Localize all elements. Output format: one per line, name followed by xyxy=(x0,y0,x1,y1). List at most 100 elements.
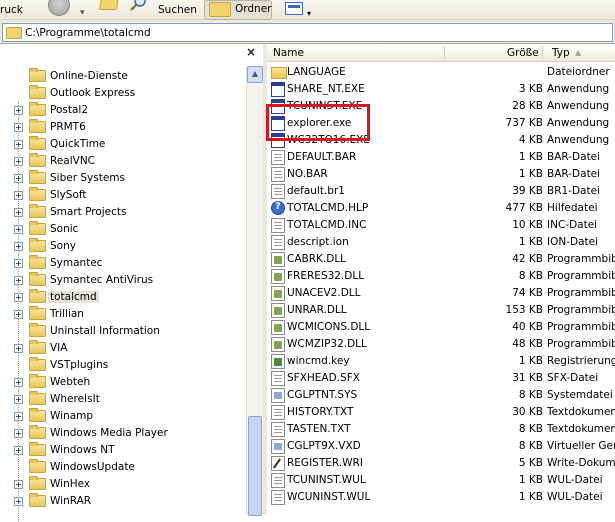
file-row[interactable]: SFXHEAD.SFX 31 KB SFX-Datei xyxy=(267,370,615,387)
folder-file-icon xyxy=(271,67,287,79)
exe-file-icon xyxy=(271,99,285,114)
file-row[interactable]: WCMZIP32.DLL 48 KB Programmbiblio xyxy=(267,336,615,353)
expand-icon[interactable]: + xyxy=(14,429,23,438)
file-row[interactable]: TCUNINST.WUL 1 KB WUL-Datei xyxy=(267,472,615,489)
column-header-name[interactable]: Name xyxy=(273,47,304,59)
file-row[interactable]: wincmd.key 1 KB Registrierungs xyxy=(267,353,615,370)
expand-icon[interactable]: + xyxy=(14,378,23,387)
tree-item[interactable]: + Postal2 xyxy=(0,102,245,119)
tree-item[interactable]: + QuickTime xyxy=(0,136,245,153)
file-size: 39 KB xyxy=(512,185,543,197)
file-row[interactable]: CGLPT9X.VXD 8 KB Virtueller Gerä xyxy=(267,438,615,455)
file-row[interactable]: TCUNINST.EXE 28 KB Anwendung xyxy=(267,98,615,115)
tree-item[interactable]: Outlook Express xyxy=(0,85,245,102)
file-row[interactable]: TOTALCMD.HLP 477 KB Hilfedatei xyxy=(267,200,615,217)
tree-item[interactable]: + Sony xyxy=(0,238,245,255)
close-icon[interactable]: × xyxy=(246,45,256,59)
expand-icon[interactable]: + xyxy=(14,242,23,251)
expand-icon[interactable]: + xyxy=(14,123,23,132)
tree-scrollbar[interactable]: ▲ xyxy=(246,66,263,516)
tree-item[interactable]: + Sonic xyxy=(0,221,245,238)
file-row[interactable]: CGLPTNT.SYS 8 KB Systemdatei xyxy=(267,387,615,404)
scrollbar-thumb[interactable] xyxy=(248,416,262,516)
tree-item-label: Siber Systems xyxy=(50,172,125,184)
expand-icon[interactable]: + xyxy=(14,344,23,353)
file-row[interactable]: WCMICONS.DLL 40 KB Programmbiblio xyxy=(267,319,615,336)
tree-item[interactable]: Uninstall Information xyxy=(0,323,245,340)
expand-icon[interactable]: + xyxy=(14,446,23,455)
tree-item[interactable]: + PRMT6 xyxy=(0,119,245,136)
file-row[interactable]: WC32TO16.EXE 4 KB Anwendung xyxy=(267,132,615,149)
expand-icon[interactable]: + xyxy=(14,106,23,115)
folder-up-icon[interactable] xyxy=(98,0,120,10)
file-row[interactable]: TOTALCMD.INC 10 KB INC-Datei xyxy=(267,217,615,234)
file-row[interactable]: FRERES32.DLL 8 KB Programmbiblio xyxy=(267,268,615,285)
column-divider[interactable] xyxy=(542,46,543,60)
tree-item[interactable]: + Siber Systems xyxy=(0,170,245,187)
tree-item[interactable]: + Smart Projects xyxy=(0,204,245,221)
file-row[interactable]: WCUNINST.WUL 1 KB WUL-Datei xyxy=(267,489,615,506)
expand-icon[interactable]: + xyxy=(14,259,23,268)
expand-icon[interactable]: + xyxy=(14,310,23,319)
file-row[interactable]: HISTORY.TXT 30 KB Textdokument xyxy=(267,404,615,421)
tree-item[interactable]: + totalcmd xyxy=(0,289,245,306)
search-icon[interactable] xyxy=(130,0,148,12)
file-row[interactable]: NO.BAR 1 KB BAR-Datei xyxy=(267,166,615,183)
file-row[interactable]: UNACEV2.DLL 74 KB Programmbiblio xyxy=(267,285,615,302)
tree-item[interactable]: + SlySoft xyxy=(0,187,245,204)
folder-icon xyxy=(29,119,46,133)
tree-item[interactable]: + Symantec AntiVirus xyxy=(0,272,245,289)
folders-button-label: Ordner xyxy=(235,3,272,15)
expand-icon[interactable]: + xyxy=(14,293,23,302)
tree-item[interactable]: + Windows NT xyxy=(0,442,245,459)
tree-item[interactable]: WindowsUpdate xyxy=(0,459,245,476)
file-name: WC32TO16.EXE xyxy=(287,134,370,146)
column-header-size[interactable]: Größe xyxy=(507,47,539,59)
tree-item[interactable]: + Windows Media Player xyxy=(0,425,245,442)
forward-button-icon[interactable] xyxy=(48,0,70,16)
expand-icon[interactable]: + xyxy=(14,208,23,217)
tree-item[interactable]: + WhereIsIt xyxy=(0,391,245,408)
file-row[interactable]: SHARE_NT.EXE 3 KB Anwendung xyxy=(267,81,615,98)
address-field[interactable]: C:\Programme\totalcmd xyxy=(2,23,613,42)
expand-icon[interactable]: + xyxy=(14,174,23,183)
expand-icon[interactable]: + xyxy=(14,480,23,489)
file-row[interactable]: REGISTER.WRI 5 KB Write-Dokume xyxy=(267,455,615,472)
expand-icon[interactable]: + xyxy=(14,395,23,404)
file-row[interactable]: default.br1 39 KB BR1-Datei xyxy=(267,183,615,200)
tree-item[interactable]: + Symantec xyxy=(0,255,245,272)
tree-item[interactable]: + RealVNC xyxy=(0,153,245,170)
expand-icon[interactable]: + xyxy=(14,157,23,166)
scroll-up-icon[interactable]: ▲ xyxy=(247,66,263,83)
file-row[interactable]: CABRK.DLL 42 KB Programmbiblio xyxy=(267,251,615,268)
file-row[interactable]: UNRAR.DLL 153 KB Programmbiblio xyxy=(267,302,615,319)
file-row[interactable]: LANGUAGE Dateiordner xyxy=(267,64,615,81)
expand-icon[interactable]: + xyxy=(14,191,23,200)
tree-item[interactable]: VSTplugins xyxy=(0,357,245,374)
file-row[interactable]: DEFAULT.BAR 1 KB BAR-Datei xyxy=(267,149,615,166)
back-button-label[interactable]: ruck xyxy=(0,0,23,20)
search-button[interactable]: Suchen xyxy=(158,0,197,20)
expand-icon[interactable]: + xyxy=(14,140,23,149)
folders-button[interactable]: Ordner xyxy=(204,0,272,20)
expand-icon[interactable]: + xyxy=(14,497,23,506)
tree-item[interactable]: Online-Dienste xyxy=(0,68,245,85)
expand-icon[interactable]: + xyxy=(14,276,23,285)
column-header-type[interactable]: Typ xyxy=(552,47,570,59)
file-row[interactable]: descript.ion 1 KB ION-Datei xyxy=(267,234,615,251)
tree-header: × xyxy=(0,44,263,62)
views-icon[interactable] xyxy=(285,2,303,15)
tree-item[interactable]: + VIA xyxy=(0,340,245,357)
tree-item[interactable]: + Webteh xyxy=(0,374,245,391)
tree-item[interactable]: + Winamp xyxy=(0,408,245,425)
tree-item[interactable]: + WinRAR xyxy=(0,493,245,510)
tree-item[interactable]: + Trillian xyxy=(0,306,245,323)
file-row[interactable]: TASTEN.TXT 8 KB Textdokument xyxy=(267,421,615,438)
expand-icon[interactable]: + xyxy=(14,412,23,421)
column-divider[interactable] xyxy=(444,46,445,60)
file-size: 737 KB xyxy=(505,117,543,129)
sys-file-icon xyxy=(271,439,285,454)
tree-item[interactable]: + WinHex xyxy=(0,476,245,493)
file-row[interactable]: explorer.exe 737 KB Anwendung xyxy=(267,115,615,132)
expand-icon[interactable]: + xyxy=(14,225,23,234)
